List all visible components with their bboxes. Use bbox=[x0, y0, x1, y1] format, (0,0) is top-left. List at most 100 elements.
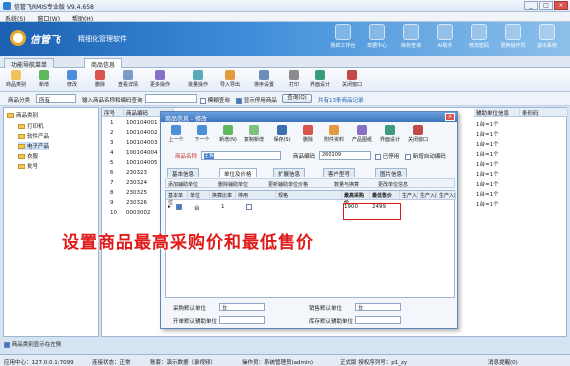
unit-col-spec[interactable]: 规格 bbox=[276, 191, 342, 200]
import-icon bbox=[225, 70, 235, 80]
tab-nav-menu[interactable]: 功能导航菜单 bbox=[4, 58, 55, 69]
status-operator: 操作员：系统管理员(admin) bbox=[242, 360, 314, 366]
sort-icon bbox=[259, 70, 269, 80]
unit-col-max-purchase[interactable]: 最高采购价 bbox=[342, 191, 370, 206]
edit-icon bbox=[67, 70, 77, 80]
search-input[interactable] bbox=[145, 94, 197, 103]
tutorial-caption: 设置商品最高采购价和最低售价 bbox=[62, 233, 314, 253]
base-unit-checkbox-cell[interactable] bbox=[176, 204, 182, 211]
key-icon bbox=[471, 24, 487, 40]
nav-exit[interactable]: 退出系统 bbox=[532, 24, 562, 49]
tab-product-info[interactable]: 商品信息 bbox=[84, 58, 123, 69]
show-disabled-wrap[interactable]: 显示停用商品 bbox=[236, 96, 277, 104]
nav-ai-assistant[interactable]: AI助手 bbox=[430, 24, 460, 49]
toolbar-delete-button[interactable]: 删除 bbox=[88, 70, 112, 88]
category-select[interactable]: 所有 bbox=[36, 94, 76, 104]
dialog-design-button[interactable]: 界面设计 bbox=[379, 125, 401, 143]
dialog-close-button[interactable]: 关闭窗口 bbox=[407, 125, 429, 143]
change-unit-info-button[interactable]: 更改单位信息 bbox=[378, 181, 408, 188]
unit-col-disabled[interactable]: 停用 bbox=[236, 191, 276, 200]
update-aux-price-button[interactable]: 更新辅助单位价格 bbox=[268, 181, 308, 188]
delete-aux-unit-button[interactable]: 删除辅助单位 bbox=[218, 181, 248, 188]
tree-item[interactable]: 衣服 bbox=[18, 152, 38, 160]
unit-col-unit[interactable]: 单位 bbox=[188, 191, 210, 200]
maximize-icon[interactable]: □ bbox=[539, 1, 553, 10]
disabled-cell[interactable] bbox=[246, 204, 252, 211]
unit-col-production-price-2[interactable]: 生产入库价2 bbox=[437, 191, 456, 200]
query-button[interactable]: 查询(Q) bbox=[282, 94, 312, 103]
unit-disabled-checkbox[interactable] bbox=[246, 204, 252, 210]
nav-bill-center[interactable]: 单据中心 bbox=[362, 24, 392, 49]
dialog-new-button[interactable]: 新增(N) bbox=[217, 125, 239, 143]
toolbar-edit-button[interactable]: 修改 bbox=[60, 70, 84, 88]
toolbar-batch-button[interactable]: 批量操作 bbox=[186, 70, 210, 88]
dialog-save-button[interactable]: 保存(S) bbox=[271, 125, 293, 143]
tree-root[interactable]: 商品类别 bbox=[7, 111, 38, 119]
disabled-check-wrap[interactable]: 已停用 bbox=[375, 152, 399, 160]
col-header-barcode[interactable]: 条形码 bbox=[520, 108, 568, 117]
toolbar-category-button[interactable]: 商品类别 bbox=[4, 70, 28, 88]
fuzzy-check-wrap[interactable]: 模糊查询 bbox=[200, 96, 230, 104]
tree-item-selected[interactable]: 电子产品 bbox=[18, 142, 50, 150]
sales-default-unit-select[interactable]: 台 bbox=[355, 303, 401, 311]
nav-change-password[interactable]: 修改密码 bbox=[464, 24, 494, 49]
close-icon[interactable]: × bbox=[554, 1, 568, 10]
col-header-aux-unit[interactable]: 辅助单位信息 bbox=[474, 108, 520, 117]
toolbar-design-button[interactable]: 界面设计 bbox=[308, 70, 332, 88]
minimize-icon[interactable]: _ bbox=[524, 1, 538, 10]
dialog-prev-button[interactable]: 上一个 bbox=[165, 125, 187, 143]
dialog-tab-unit-price[interactable]: 单位及价格 bbox=[219, 168, 257, 178]
dialog-tab-images[interactable]: 图片信息 bbox=[375, 168, 408, 178]
dialog-copy-new-button[interactable]: 复制新增 bbox=[243, 125, 265, 143]
unit-col-min-sale[interactable]: 最低售价 bbox=[370, 191, 400, 200]
code-input[interactable]: 260109 bbox=[319, 151, 371, 160]
dialog-attachment-button[interactable]: 附件资料 bbox=[323, 125, 345, 143]
nav-stock-query[interactable]: 库存查询 bbox=[396, 24, 426, 49]
purchase-default-unit-select[interactable]: 台 bbox=[219, 303, 265, 311]
toolbar-print-button[interactable]: 打印 bbox=[282, 70, 306, 88]
col-header-no[interactable]: 序号 bbox=[102, 108, 124, 117]
qty-conversion-button[interactable]: 数量与换算 bbox=[334, 181, 359, 188]
message-reminder-link[interactable]: 消息提醒(0) bbox=[488, 358, 518, 366]
stock-aux-unit-select[interactable] bbox=[355, 316, 401, 324]
name-input[interactable]: 主板 bbox=[201, 151, 281, 160]
ratio-cell[interactable]: 1 bbox=[221, 204, 225, 210]
status-edition: 正式版 授权序列号：p1_zy bbox=[340, 360, 408, 366]
unit-col-production-price[interactable]: 生产入库价 bbox=[400, 191, 418, 200]
tree-position-check[interactable]: 商品类别显示在左侧 bbox=[4, 340, 61, 348]
filter-bar: 商品分类 所有 输入商品名称和编码查询 模糊查询 显示停用商品 查询(Q) 共有… bbox=[0, 92, 570, 106]
dialog-next-button[interactable]: 下一个 bbox=[191, 125, 213, 143]
auto-code-check-wrap[interactable]: 新增自动编码 bbox=[405, 152, 446, 160]
auto-code-checkbox[interactable] bbox=[405, 153, 411, 160]
fuzzy-checkbox[interactable] bbox=[200, 97, 206, 104]
nav-workbench[interactable]: 我的工作台 bbox=[328, 24, 358, 49]
base-unit-checkbox[interactable] bbox=[176, 204, 182, 210]
toolbar-sort-button[interactable]: 排序设置 bbox=[252, 70, 276, 88]
dialog-drawing-button[interactable]: 产品图纸 bbox=[351, 125, 373, 143]
folder-icon bbox=[18, 154, 25, 159]
tree-item[interactable]: 打印机 bbox=[18, 122, 44, 130]
toolbar-new-button[interactable]: 新增 bbox=[32, 70, 56, 88]
tree-item[interactable]: 软件产品 bbox=[18, 132, 49, 140]
dialog-tab-extended[interactable]: 扩展信息 bbox=[273, 168, 306, 178]
upper-aux-unit-select[interactable] bbox=[219, 316, 265, 324]
unit-col-base[interactable]: 基本单位 bbox=[166, 191, 188, 206]
toolbar-close-button[interactable]: 关闭窗口 bbox=[340, 70, 364, 88]
toolbar-more-button[interactable]: 更多操作 bbox=[148, 70, 172, 88]
toolbar-detail-button[interactable]: 查看详情 bbox=[116, 70, 140, 88]
dialog-delete-button[interactable]: 删除 bbox=[297, 125, 319, 143]
ai-icon bbox=[437, 24, 453, 40]
nav-switch-operator[interactable]: 更换操作员 bbox=[498, 24, 528, 49]
unit-col-production-price-1[interactable]: 生产入库价1 bbox=[418, 191, 437, 200]
add-aux-unit-button[interactable]: 添加辅助单位 bbox=[168, 181, 198, 188]
dialog-close-icon[interactable]: × bbox=[445, 113, 455, 121]
unit-col-ratio[interactable]: 换算比率 bbox=[210, 191, 236, 200]
disabled-checkbox[interactable] bbox=[375, 153, 381, 160]
dialog-tab-customer-model[interactable]: 客户型号 bbox=[323, 168, 356, 178]
unit-cell[interactable]: 台 bbox=[194, 204, 200, 212]
tree-position-checkbox[interactable] bbox=[4, 341, 10, 348]
tree-item[interactable]: 批号 bbox=[18, 162, 38, 170]
show-disabled-checkbox[interactable] bbox=[236, 97, 242, 104]
toolbar-import-button[interactable]: 导入导出 bbox=[218, 70, 242, 88]
dialog-tab-basic[interactable]: 基本信息 bbox=[167, 168, 200, 178]
